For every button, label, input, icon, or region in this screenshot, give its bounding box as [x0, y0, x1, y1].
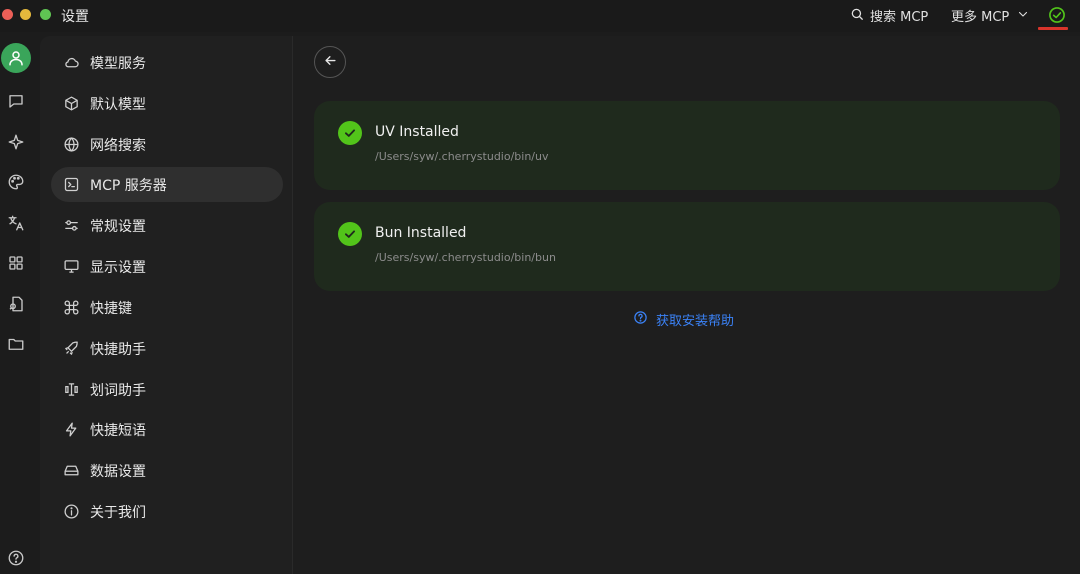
menu-item-quick-phrases[interactable]: 快捷短语: [51, 412, 283, 447]
menu-item-label: 划词助手: [90, 382, 146, 399]
text-select-icon: [62, 381, 80, 399]
bun-status-card: Bun Installed /Users/syw/.cherrystudio/b…: [314, 202, 1060, 291]
window-title: 设置: [61, 9, 89, 25]
menu-item-label: 常规设置: [90, 218, 146, 235]
files-nav-button[interactable]: [5, 335, 27, 357]
knowledge-nav-button[interactable]: [5, 295, 27, 317]
card-title: UV Installed: [375, 124, 459, 140]
maximize-window-button[interactable]: [40, 9, 51, 20]
title-bar: 设置 搜索 MCP 更多 MCP: [0, 0, 1080, 32]
globe-icon: [62, 136, 80, 154]
card-path: /Users/syw/.cherrystudio/bin/uv: [375, 150, 549, 163]
menu-item-display-settings[interactable]: 显示设置: [51, 249, 283, 284]
menu-item-default-model[interactable]: 默认模型: [51, 86, 283, 121]
menu-item-label: 网络搜索: [90, 137, 146, 154]
menu-item-data-settings[interactable]: 数据设置: [51, 453, 283, 488]
menu-item-label: 数据设置: [90, 463, 146, 480]
question-circle-icon: [633, 310, 648, 329]
search-mcp-label: 搜索 MCP: [870, 10, 929, 25]
menu-item-about[interactable]: 关于我们: [51, 494, 283, 529]
translate-nav-button[interactable]: [5, 214, 27, 236]
message-icon: [7, 92, 25, 114]
command-icon: [62, 299, 80, 317]
uv-status-card: UV Installed /Users/syw/.cherrystudio/bi…: [314, 101, 1060, 190]
menu-item-label: 快捷短语: [90, 422, 146, 439]
grid-icon: [7, 254, 25, 276]
menu-item-label: MCP 服务器: [90, 177, 167, 194]
translate-icon: [7, 214, 25, 236]
help-nav-button[interactable]: [5, 549, 27, 571]
check-icon: [338, 222, 362, 246]
rocket-icon: [62, 340, 80, 358]
more-mcp-dropdown[interactable]: 更多 MCP: [951, 6, 1029, 25]
zap-icon: [62, 421, 80, 439]
minimize-window-button[interactable]: [20, 9, 31, 20]
terminal-icon: [62, 176, 80, 194]
paint-nav-button[interactable]: [5, 173, 27, 195]
apps-nav-button[interactable]: [5, 254, 27, 276]
back-button[interactable]: [314, 46, 346, 78]
chat-nav-button[interactable]: [5, 92, 27, 114]
menu-item-label: 模型服务: [90, 55, 146, 72]
folder-icon: [7, 335, 25, 357]
status-underline: [1038, 27, 1068, 30]
install-help-link[interactable]: 获取安装帮助: [633, 310, 734, 329]
card-title: Bun Installed: [375, 225, 467, 241]
install-help-label: 获取安装帮助: [656, 314, 735, 329]
menu-item-general-settings[interactable]: 常规设置: [51, 208, 283, 243]
check-icon: [338, 121, 362, 145]
menu-item-mcp-servers[interactable]: MCP 服务器: [51, 167, 283, 202]
menu-item-web-search[interactable]: 网络搜索: [51, 127, 283, 162]
menu-item-model-service[interactable]: 模型服务: [51, 45, 283, 80]
installed-status-button[interactable]: [1047, 5, 1067, 25]
menu-item-label: 显示设置: [90, 259, 146, 276]
menu-item-label: 快捷助手: [90, 341, 146, 358]
search-mcp-button[interactable]: 搜索 MCP: [850, 6, 928, 25]
menu-item-shortcuts[interactable]: 快捷键: [51, 290, 283, 325]
settings-menu: 模型服务 默认模型 网络搜索 MCP 服务器 常规设置 显示设置 快捷键 快捷助…: [40, 36, 293, 574]
file-search-icon: [7, 295, 25, 317]
more-mcp-label: 更多 MCP: [951, 10, 1010, 25]
menu-item-quick-assistant[interactable]: 快捷助手: [51, 331, 283, 366]
cube-icon: [62, 95, 80, 113]
chevron-down-icon: [1017, 8, 1029, 24]
menu-item-selection-assistant[interactable]: 划词助手: [51, 372, 283, 407]
agents-nav-button[interactable]: [5, 133, 27, 155]
sparkle-icon: [7, 133, 25, 155]
icon-rail: [0, 32, 40, 574]
close-window-button[interactable]: [2, 9, 13, 20]
monitor-icon: [62, 258, 80, 276]
palette-icon: [7, 173, 25, 195]
question-circle-icon: [7, 549, 25, 571]
settings-sliders-icon: [62, 217, 80, 235]
search-icon: [850, 7, 864, 25]
arrow-left-icon: [323, 53, 338, 72]
menu-item-label: 关于我们: [90, 504, 146, 521]
main-panel: UV Installed /Users/syw/.cherrystudio/bi…: [293, 36, 1080, 574]
menu-item-label: 默认模型: [90, 96, 146, 113]
card-path: /Users/syw/.cherrystudio/bin/bun: [375, 251, 556, 264]
avatar[interactable]: [1, 43, 31, 73]
menu-item-label: 快捷键: [90, 300, 132, 317]
cloud-icon: [62, 54, 80, 72]
hard-drive-icon: [62, 462, 80, 480]
info-icon: [62, 503, 80, 521]
